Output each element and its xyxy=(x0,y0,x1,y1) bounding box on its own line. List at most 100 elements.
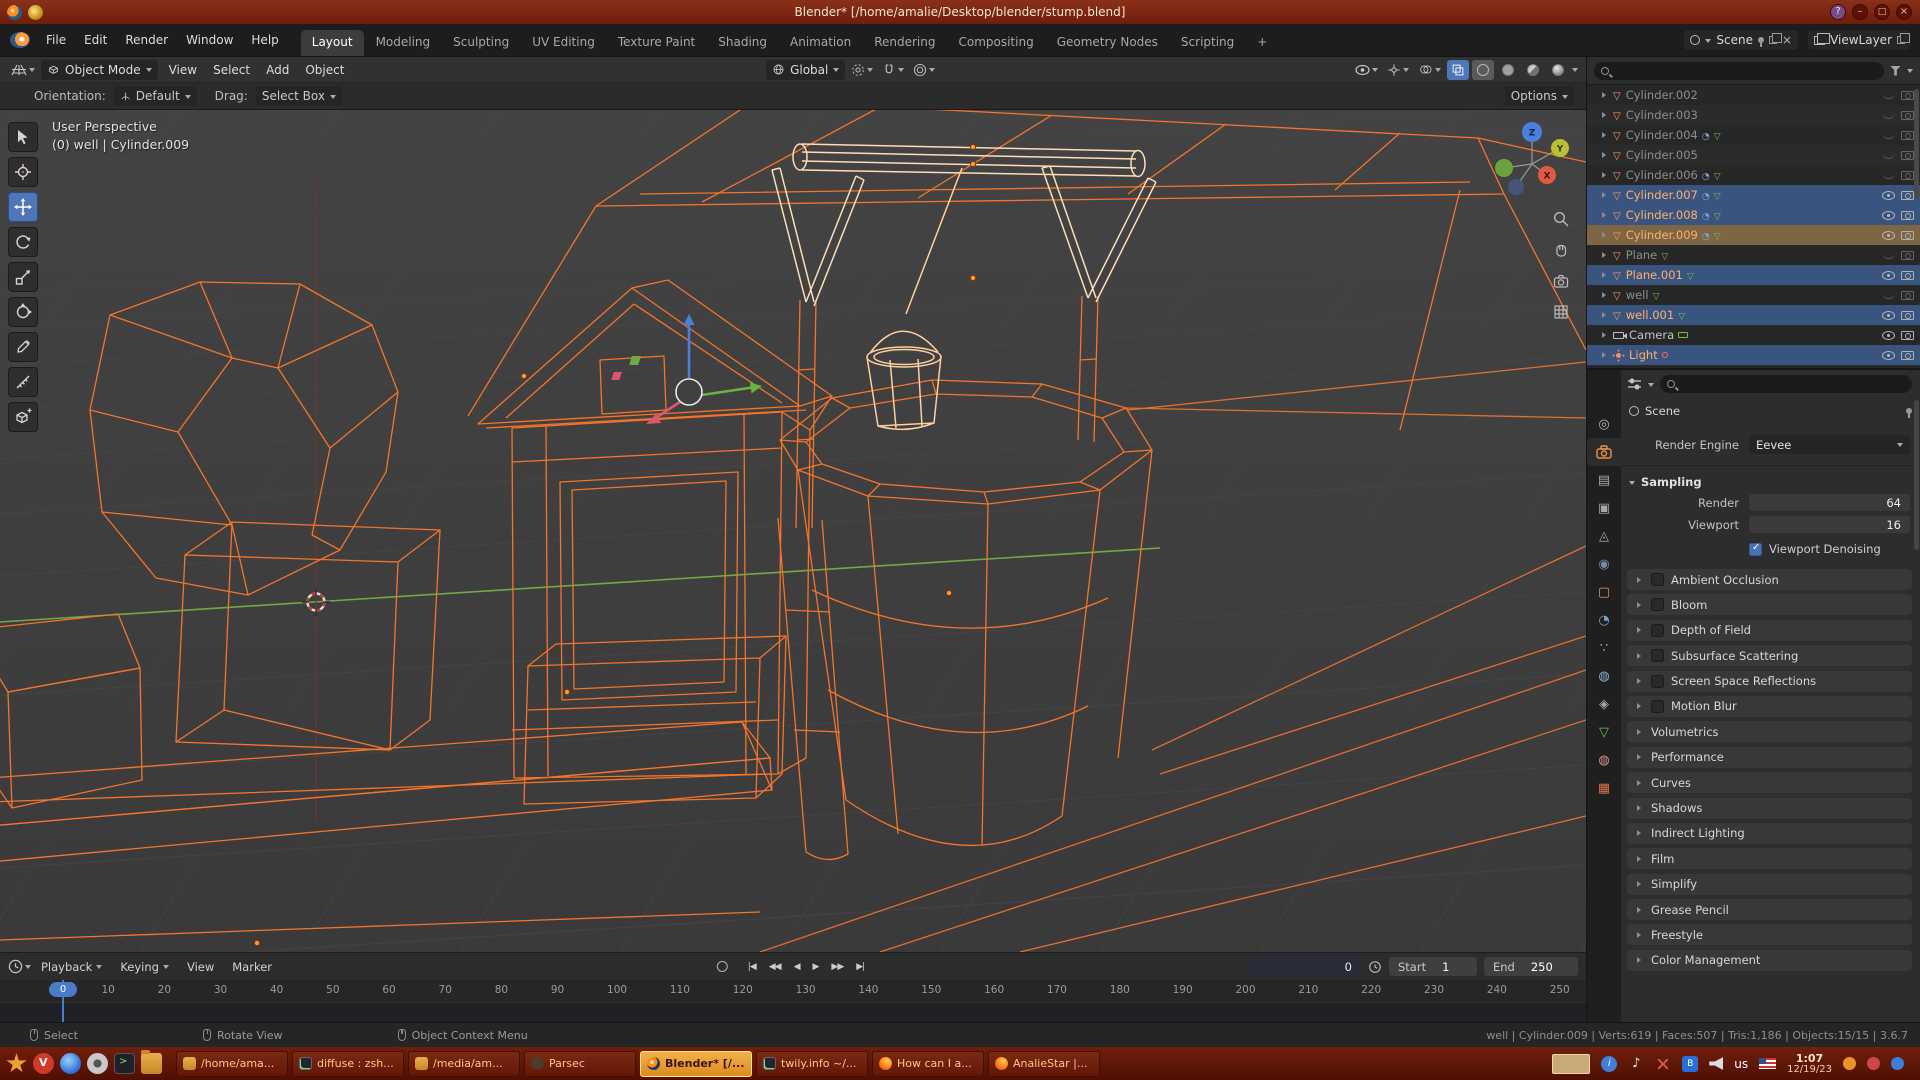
tab-output[interactable] xyxy=(1587,466,1621,494)
minimize-button[interactable] xyxy=(1852,4,1868,20)
properties-section-header[interactable]: Screen Space Reflections xyxy=(1627,671,1912,692)
render-visibility-icon[interactable] xyxy=(1901,291,1914,300)
tab-particles[interactable] xyxy=(1587,634,1621,662)
outliner-row[interactable]: Cylinder.002 xyxy=(1587,85,1920,105)
visibility-eye-icon[interactable] xyxy=(1882,311,1895,320)
auto-keying-toggle[interactable] xyxy=(717,961,728,972)
section-checkbox[interactable] xyxy=(1651,675,1664,688)
expand-icon[interactable] xyxy=(1602,252,1609,258)
visibility-eye-icon[interactable] xyxy=(1882,331,1895,340)
outliner-row[interactable]: Plane.001 xyxy=(1587,265,1920,285)
expand-icon[interactable] xyxy=(1637,678,1644,684)
outliner-row[interactable]: Plane xyxy=(1587,245,1920,265)
section-expanded-icon[interactable] xyxy=(1629,481,1635,488)
visibility-eye-icon[interactable] xyxy=(1882,351,1895,360)
transport-button[interactable]: ▶▶ xyxy=(826,959,848,975)
zoom-icon[interactable] xyxy=(1552,210,1570,228)
expand-icon[interactable] xyxy=(1602,332,1609,338)
visibility-eye-closed-icon[interactable] xyxy=(1882,172,1895,179)
transform-orientation-selector[interactable]: Global xyxy=(766,60,845,80)
render-visibility-icon[interactable] xyxy=(1901,271,1914,280)
timeline-editor-icon[interactable] xyxy=(8,959,23,974)
current-frame-field[interactable]: 0 xyxy=(1249,957,1361,976)
pan-hand-icon[interactable] xyxy=(1552,241,1570,259)
object-name[interactable]: Cylinder.006 xyxy=(1626,168,1698,182)
volume-tray-icon[interactable] xyxy=(1709,1057,1723,1070)
expand-icon[interactable] xyxy=(1602,272,1609,278)
navigation-gizmo[interactable]: Z Y X xyxy=(1488,118,1574,204)
render-visibility-icon[interactable] xyxy=(1901,191,1914,200)
taskbar-window-button[interactable]: diffuse : zsh... xyxy=(292,1051,404,1077)
chevron-down-icon[interactable] xyxy=(25,965,31,972)
cursor-tool[interactable] xyxy=(8,157,38,187)
expand-icon[interactable] xyxy=(1637,830,1644,836)
properties-section-header[interactable]: Simplify xyxy=(1627,874,1912,895)
visibility-eye-icon[interactable] xyxy=(1882,231,1895,240)
expand-icon[interactable] xyxy=(1637,881,1644,887)
titlebar[interactable]: Blender* [/home/amalie/Desktop/blender/s… xyxy=(0,0,1920,24)
expand-icon[interactable] xyxy=(1637,653,1644,659)
render-engine-dropdown[interactable]: Eevee xyxy=(1749,435,1910,454)
workspace-tab[interactable]: + xyxy=(1246,30,1278,56)
taskbar-window-button[interactable]: twily.info ~/... xyxy=(756,1051,868,1077)
properties-section-header[interactable]: Depth of Field xyxy=(1627,620,1912,641)
expand-icon[interactable] xyxy=(1637,577,1644,583)
section-checkbox[interactable] xyxy=(1651,598,1664,611)
expand-icon[interactable] xyxy=(1637,907,1644,913)
taskbar-window-button[interactable]: /media/am... xyxy=(408,1051,520,1077)
tab-material[interactable] xyxy=(1587,746,1621,774)
snap-magnet-button[interactable] xyxy=(879,60,907,80)
scale-tool[interactable] xyxy=(8,262,38,292)
properties-section-header[interactable]: Volumetrics xyxy=(1627,721,1912,742)
xray-toggle-button[interactable] xyxy=(1447,60,1469,80)
expand-icon[interactable] xyxy=(1637,856,1644,862)
close-button[interactable] xyxy=(1896,4,1912,20)
object-name[interactable]: Cylinder.005 xyxy=(1626,148,1698,162)
drag-setting-dropdown[interactable]: Select Box xyxy=(256,86,342,106)
expand-icon[interactable] xyxy=(1637,703,1644,709)
tab-modifiers[interactable] xyxy=(1587,606,1621,634)
timeline-track[interactable] xyxy=(0,1002,1586,1022)
status-dot-red-icon[interactable] xyxy=(1867,1057,1880,1070)
object-name[interactable]: Camera xyxy=(1629,328,1674,342)
properties-section-header[interactable]: Performance xyxy=(1627,747,1912,768)
object-name[interactable]: Light xyxy=(1629,348,1658,362)
menu-item[interactable]: Render xyxy=(117,30,176,50)
outliner-row[interactable]: Cylinder.009 xyxy=(1587,225,1920,245)
rotate-tool[interactable] xyxy=(8,227,38,257)
section-checkbox[interactable] xyxy=(1651,649,1664,662)
proportional-editing-button[interactable] xyxy=(910,60,938,80)
samples-render-field[interactable]: 64 xyxy=(1749,494,1910,511)
add-primitive-tool[interactable] xyxy=(8,402,38,432)
properties-section-header[interactable]: Film xyxy=(1627,848,1912,869)
render-visibility-icon[interactable] xyxy=(1901,311,1914,320)
visibility-eye-closed-icon[interactable] xyxy=(1882,292,1895,299)
visibility-eye-closed-icon[interactable] xyxy=(1882,92,1895,99)
workspace-tab[interactable]: UV Editing xyxy=(521,30,606,56)
camera-view-icon[interactable] xyxy=(1552,272,1570,290)
unlink-icon[interactable] xyxy=(1782,33,1792,47)
workspace-tab[interactable]: Sculpting xyxy=(442,30,520,56)
expand-icon[interactable] xyxy=(1602,232,1609,238)
viewport-menu-item[interactable]: Select xyxy=(205,61,258,79)
expand-icon[interactable] xyxy=(1637,957,1644,963)
outliner-search-input[interactable] xyxy=(1594,62,1884,80)
shading-dropdown-icon[interactable] xyxy=(1572,68,1578,75)
overlays-toggle-button[interactable] xyxy=(1415,60,1444,80)
expand-icon[interactable] xyxy=(1602,292,1609,298)
object-name[interactable]: well.001 xyxy=(1626,308,1674,322)
viewport-3d[interactable]: User Perspective (0) well | Cylinder.009 xyxy=(0,110,1586,952)
viewport-menu-item[interactable]: Object xyxy=(297,61,352,79)
tab-constraints[interactable] xyxy=(1587,690,1621,718)
music-tray-icon[interactable] xyxy=(1628,1056,1644,1072)
taskbar-window-button[interactable]: Blender* [/... xyxy=(640,1051,752,1077)
properties-section-header[interactable]: Ambient Occlusion xyxy=(1627,569,1912,590)
keying-clock-icon[interactable] xyxy=(1368,960,1382,974)
render-visibility-icon[interactable] xyxy=(1901,331,1914,340)
y-neg-axis-handle[interactable] xyxy=(1495,159,1513,177)
workspace-tab[interactable]: Texture Paint xyxy=(607,30,706,56)
viewlayer-selector[interactable]: ViewLayer xyxy=(1807,29,1912,51)
properties-section-header[interactable]: Freestyle xyxy=(1627,924,1912,945)
pin-icon[interactable] xyxy=(1906,408,1912,414)
tab-world[interactable] xyxy=(1587,550,1621,578)
